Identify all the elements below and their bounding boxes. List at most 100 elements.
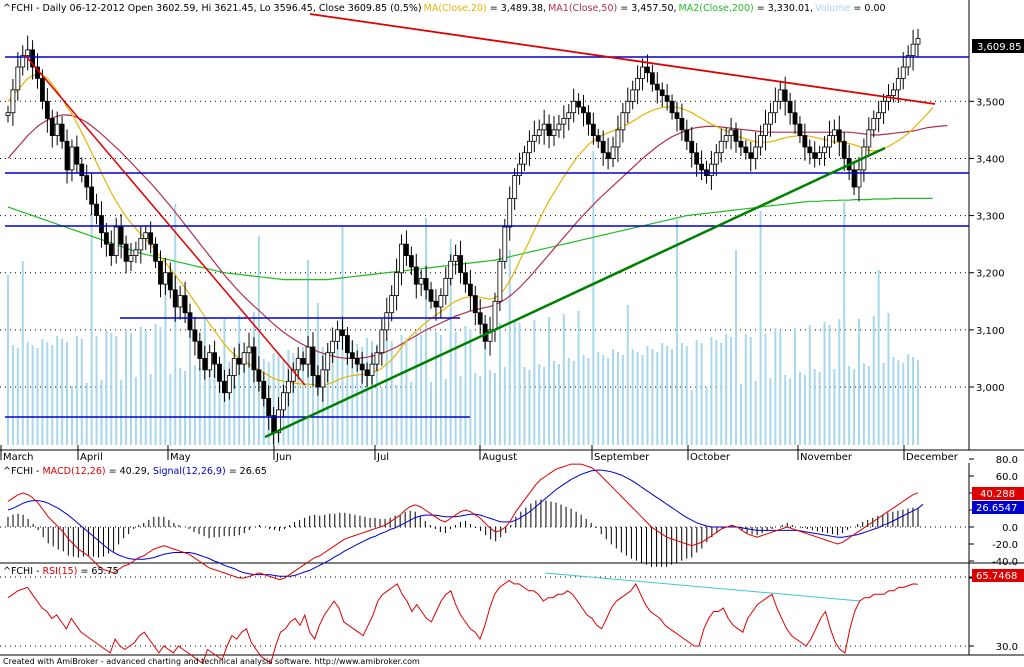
volume-bar [36, 348, 39, 445]
signal-value-flag: 26.6547 [972, 501, 1024, 514]
ma50-label: MA1(Close,50) [548, 3, 617, 14]
volume-bar [385, 338, 388, 445]
volume-bar [892, 357, 895, 445]
volume-bar [887, 313, 890, 445]
volume-bar [592, 151, 595, 445]
volume-bar [144, 330, 147, 445]
volume-bar [867, 366, 870, 445]
svg-text:40.288: 40.288 [980, 489, 1015, 500]
volume-bar [184, 371, 187, 445]
volume-bar [798, 372, 801, 445]
volume-bar [203, 318, 206, 445]
month-label: September [594, 452, 650, 463]
chart-canvas: 3,0003,1003,2003,3003,4003,500 3,609.85 … [0, 0, 1024, 667]
volume-bar [877, 270, 880, 445]
volume-bar [154, 324, 157, 445]
volume-bar [705, 387, 708, 445]
volume-bar [680, 343, 683, 445]
volume-bar [425, 218, 428, 445]
volume-bar [725, 334, 728, 445]
volume-bar [513, 320, 516, 445]
volume-bar [115, 336, 118, 445]
volume-bar [100, 380, 103, 445]
volume-bar [710, 337, 713, 445]
volume-bar [700, 343, 703, 445]
volume-bar [66, 342, 69, 445]
macd-header: ^FCHI - MACD(12,26) = 40.29, Signal(12,2… [3, 466, 267, 477]
month-label: May [170, 452, 191, 463]
volume-bar [70, 386, 73, 445]
volume-bar [26, 342, 29, 445]
month-label: Jun [275, 452, 292, 463]
volume-bar [843, 202, 846, 445]
volume-bar [493, 373, 496, 445]
macd-tick-label: -40.0 [992, 557, 1018, 568]
macd-value-flag: 40.288 [972, 487, 1024, 500]
volume-bar [853, 369, 856, 445]
volume-bar [366, 338, 369, 445]
volume-bar [46, 342, 49, 445]
volume-bar [90, 213, 93, 445]
volume-bar [813, 369, 816, 445]
volume-bar [902, 363, 905, 445]
volume-bar [174, 204, 177, 445]
volume-bar [336, 344, 339, 445]
volume-bar [872, 316, 875, 445]
month-label: November [800, 452, 853, 463]
volume-bar [120, 380, 123, 445]
volume-bar [553, 361, 555, 445]
price-tick-label: 3,100 [976, 326, 1005, 337]
volume-bar [656, 352, 659, 445]
volume-bar [882, 363, 885, 445]
volume-bar [75, 336, 78, 445]
volume-bar [749, 337, 752, 445]
volume-bar [415, 332, 418, 445]
volume-bar [523, 367, 526, 445]
volume-bar [80, 339, 83, 445]
volume-bar [764, 334, 767, 445]
volume-bar [779, 331, 782, 445]
macd-label: MACD(12,26) [42, 466, 105, 477]
month-label: August [482, 452, 517, 463]
macd-tick-label: -20.0 [992, 540, 1018, 551]
volume-bar [489, 370, 492, 445]
volume-bar [198, 368, 201, 445]
month-label: April [80, 452, 103, 463]
volume-bar [626, 305, 629, 445]
volume-bar [597, 352, 600, 445]
volume-bar [420, 335, 423, 445]
volume-bar [818, 372, 821, 445]
volume-bar [503, 367, 506, 445]
last-price-label: 3,609.85 [977, 42, 1022, 53]
volume-bar [857, 319, 860, 445]
svg-text:26.6547: 26.6547 [976, 503, 1017, 514]
volume-bar [56, 336, 59, 445]
volume-bar [395, 385, 398, 445]
volume-bar [666, 346, 669, 445]
volume-bar [41, 339, 44, 445]
volume-bar [636, 352, 639, 445]
month-label: Jul [376, 452, 389, 463]
price-tick-label: 3,200 [976, 269, 1005, 280]
volume-bar [129, 333, 132, 445]
rsi-label: RSI(15) [42, 566, 77, 577]
volume-bar [533, 320, 536, 445]
volume-bar [562, 314, 565, 445]
volume-bar [61, 339, 64, 445]
macd-tick-label: 0.0 [1002, 523, 1018, 534]
volume-bar [543, 367, 546, 445]
volume-bar [139, 327, 142, 445]
volume-bar [159, 327, 162, 445]
volume-bar [612, 349, 615, 445]
volume-bar [179, 368, 182, 445]
volume-bar [125, 330, 128, 445]
volume-bar [754, 381, 757, 445]
volume-bar [607, 358, 610, 445]
volume-bar [616, 352, 619, 445]
volume-bar [400, 335, 403, 445]
volume-bar [641, 355, 644, 445]
volume-bar [51, 345, 54, 445]
ma200-label: MA2(Close,200) [679, 3, 754, 14]
volume-bar [823, 322, 826, 445]
volume-bar [548, 317, 551, 445]
